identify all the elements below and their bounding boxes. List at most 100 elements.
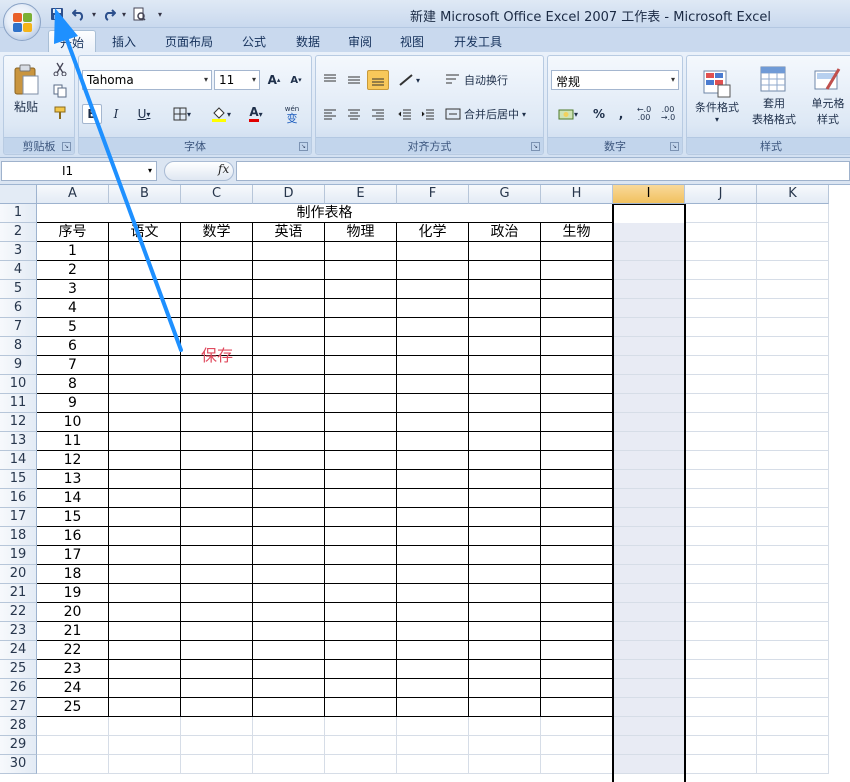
grid-cell[interactable] [613,698,685,717]
grid-cell[interactable] [109,565,181,584]
font-color-button[interactable]: A ▾ [241,104,271,124]
grid-cell[interactable] [613,622,685,641]
grid-cell[interactable] [469,242,541,261]
grid-cell[interactable] [613,375,685,394]
grid-cell[interactable] [685,356,757,375]
insert-function-icon[interactable]: fx [218,162,229,176]
grid-cell[interactable] [325,280,397,299]
tab-developer[interactable]: 开发工具 [446,30,510,52]
grid-cell[interactable] [253,489,325,508]
grid-cell[interactable] [109,470,181,489]
row-header[interactable]: 27 [0,698,37,717]
column-header-e[interactable]: E [325,185,397,204]
grid-cell[interactable] [613,527,685,546]
grid-cell[interactable] [685,470,757,489]
grid-cell[interactable] [253,432,325,451]
grid-cell[interactable] [469,527,541,546]
grid-cell[interactable] [109,299,181,318]
print-preview-icon[interactable] [130,5,148,23]
grid-cell[interactable] [181,508,253,527]
row-header[interactable]: 8 [0,337,37,356]
row-header[interactable]: 24 [0,641,37,660]
grid-cell[interactable] [685,375,757,394]
grid-cell[interactable] [325,679,397,698]
grid-cell[interactable] [253,717,325,736]
grid-cell[interactable] [757,565,829,584]
grid-cell[interactable] [397,717,469,736]
grid-cell[interactable] [325,755,397,774]
grid-cell[interactable] [541,451,613,470]
grid-cell[interactable] [397,356,469,375]
grid-cell[interactable] [469,489,541,508]
grid-cell[interactable] [469,660,541,679]
grid-cell[interactable] [253,451,325,470]
serial-cell[interactable]: 10 [37,413,109,432]
grid-cell[interactable] [469,565,541,584]
row-header[interactable]: 23 [0,622,37,641]
grid-cell[interactable] [541,470,613,489]
grid-cell[interactable] [685,603,757,622]
grid-cell[interactable] [181,375,253,394]
grid-cell[interactable] [469,337,541,356]
grid-cell[interactable] [757,679,829,698]
fill-color-button[interactable]: ▾ [203,104,239,124]
grid-cell[interactable] [397,546,469,565]
grid-cell[interactable] [469,413,541,432]
serial-cell[interactable]: 20 [37,603,109,622]
grid-cell[interactable] [613,413,685,432]
grid-cell[interactable] [253,546,325,565]
redo-dropdown-icon[interactable]: ▾ [122,10,126,19]
serial-cell[interactable]: 7 [37,356,109,375]
grid-cell[interactable] [469,641,541,660]
grid-cell[interactable] [181,280,253,299]
grid-cell[interactable] [253,679,325,698]
row-header[interactable]: 18 [0,527,37,546]
grid-cell[interactable] [181,641,253,660]
grid-cell[interactable] [181,318,253,337]
grid-cell[interactable] [757,736,829,755]
grid-cell[interactable] [325,356,397,375]
save-icon[interactable] [48,5,66,23]
grid-cell[interactable] [181,299,253,318]
grid-cell[interactable] [397,622,469,641]
grid-cell[interactable] [397,470,469,489]
grid-cell[interactable] [325,546,397,565]
grid-cell[interactable] [757,261,829,280]
decrease-indent-icon[interactable] [394,104,416,124]
grid-cell[interactable] [109,375,181,394]
font-name-box[interactable]: Tahoma ▾ [82,70,212,90]
grid-cell[interactable] [397,660,469,679]
row-header[interactable]: 25 [0,660,37,679]
grid-cell[interactable] [325,641,397,660]
grid-cell[interactable] [253,603,325,622]
grid-cell[interactable] [37,717,109,736]
grid-cell[interactable] [757,660,829,679]
serial-cell[interactable]: 3 [37,280,109,299]
grid-cell[interactable] [325,489,397,508]
serial-cell[interactable]: 1 [37,242,109,261]
grid-cell[interactable] [253,755,325,774]
row-header[interactable]: 11 [0,394,37,413]
grid-cell[interactable] [469,451,541,470]
grid-cell[interactable] [253,584,325,603]
grid-cell[interactable] [541,261,613,280]
row-header[interactable]: 9 [0,356,37,375]
undo-icon[interactable] [70,5,88,23]
grid-cell[interactable] [181,698,253,717]
number-format-box[interactable]: 常规 ▾ [551,70,679,90]
grid-cell[interactable] [253,698,325,717]
grid-cell[interactable] [181,489,253,508]
grid-cell[interactable] [397,280,469,299]
grid-cell[interactable] [109,660,181,679]
grid-cell[interactable] [109,318,181,337]
table-header-cell[interactable]: 政治 [469,223,541,242]
grid-cell[interactable] [757,451,829,470]
align-middle-icon[interactable] [343,70,365,90]
grid-cell[interactable] [253,527,325,546]
grid-cell[interactable] [397,641,469,660]
grid-cell[interactable] [685,451,757,470]
grid-cell[interactable] [757,546,829,565]
grid-cell[interactable] [541,299,613,318]
grid-cell[interactable] [685,432,757,451]
grid-cell[interactable] [613,603,685,622]
